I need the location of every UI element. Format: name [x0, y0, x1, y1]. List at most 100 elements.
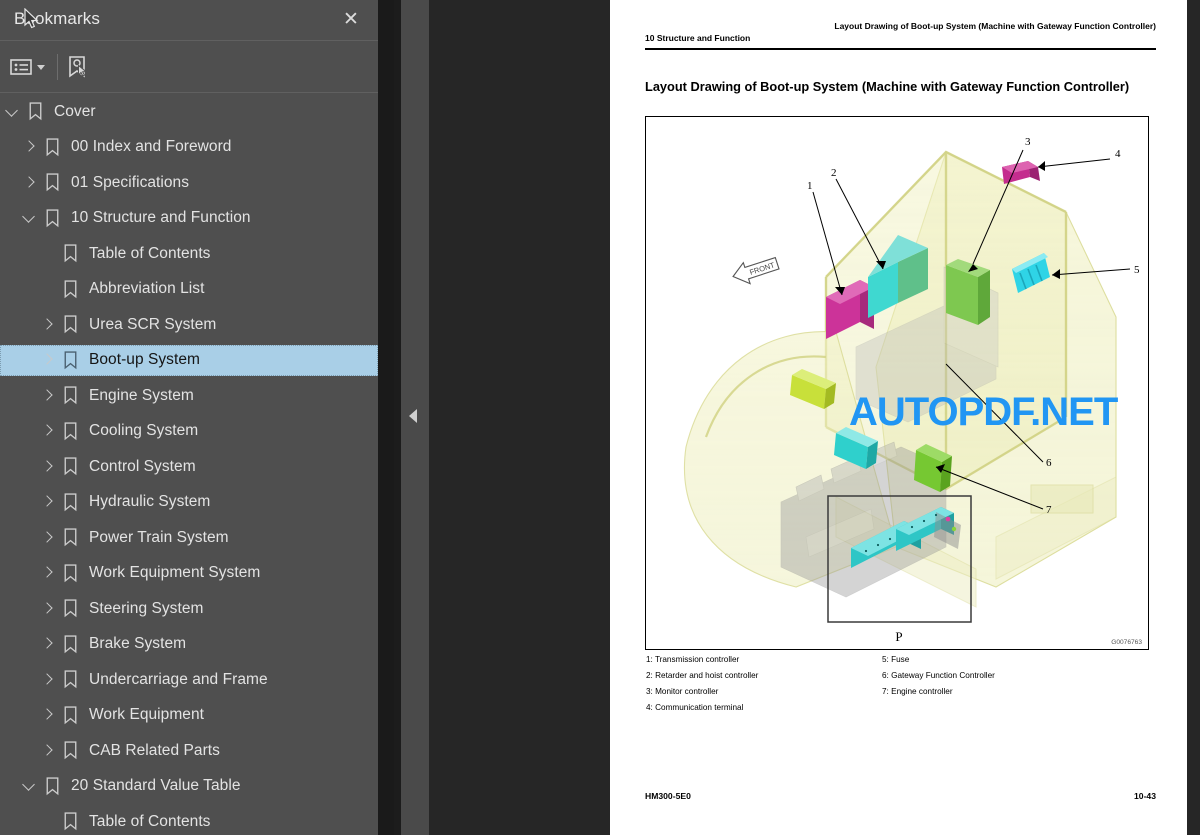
bookmark-label: 00 Index and Foreword [71, 138, 232, 156]
chevron-right-icon[interactable] [22, 176, 36, 190]
callout-7: 7 [1046, 504, 1052, 516]
close-icon[interactable]: ✕ [340, 8, 362, 30]
chevron-right-icon[interactable] [40, 744, 54, 758]
chevron-right-icon[interactable] [40, 637, 54, 651]
callout-6: 6 [1046, 457, 1052, 469]
bookmark-icon [64, 244, 77, 263]
new-bookmark-glyph [69, 56, 88, 78]
legend-entry: 6: Gateway Function Controller [882, 671, 995, 680]
bookmark-item-01-specifications[interactable]: 01 Specifications [0, 165, 378, 201]
bookmark-item-work-equipment-system[interactable]: Work Equipment System [0, 556, 378, 592]
bookmark-icon [64, 706, 77, 725]
chevron-down-icon[interactable] [22, 779, 36, 793]
bookmark-label: Power Train System [89, 528, 229, 546]
bookmark-label: Abbreviation List [89, 280, 205, 298]
bookmark-item-cooling-system[interactable]: Cooling System [0, 414, 378, 450]
bookmarks-tree[interactable]: Cover 00 Index and Foreword 01 Specificati… [0, 94, 378, 835]
bookmark-item-undercarriage-and-frame[interactable]: Undercarriage and Frame [0, 662, 378, 698]
bookmark-icon [46, 173, 59, 192]
bookmarks-scrollbar-track[interactable] [378, 0, 768, 835]
list-options-icon[interactable] [10, 53, 45, 81]
bookmark-icon [64, 351, 77, 370]
bookmark-icon [64, 280, 77, 299]
chevron-right-icon[interactable] [40, 673, 54, 687]
pdf-page: 10 Structure and Function Layout Drawing… [610, 0, 1187, 835]
bookmark-icon [64, 812, 77, 831]
bookmark-label: Steering System [89, 599, 204, 617]
bookmark-label: Brake System [89, 635, 187, 653]
chevron-down-icon[interactable] [5, 105, 19, 119]
legend-entry: 4: Communication terminal [646, 703, 744, 712]
bookmark-item-power-train-system[interactable]: Power Train System [0, 520, 378, 556]
bookmark-item-table-of-contents[interactable]: Table of Contents [0, 236, 378, 272]
callout-3: 3 [1025, 136, 1031, 148]
chevron-right-icon[interactable] [40, 531, 54, 545]
bookmark-icon [64, 386, 77, 405]
chevron-right-icon[interactable] [40, 566, 54, 580]
bookmark-label: Cooling System [89, 422, 199, 440]
bookmark-item-00-index-and-foreword[interactable]: 00 Index and Foreword [0, 130, 378, 166]
bookmark-icon [64, 528, 77, 547]
legend-entry: 1: Transmission controller [646, 655, 740, 664]
bookmark-label: Table of Contents [89, 244, 211, 262]
bookmark-item-cab-related-parts[interactable]: CAB Related Parts [0, 733, 378, 769]
legend-entry: 7: Engine controller [882, 687, 953, 696]
chevron-down-icon[interactable] [22, 211, 36, 225]
bookmark-item-cover[interactable]: Cover [0, 94, 378, 130]
chevron-right-icon[interactable] [40, 460, 54, 474]
chevron-right-icon[interactable] [40, 708, 54, 722]
callout-1: 1 [807, 180, 813, 192]
bookmarks-panel-header: Bookmarks ✕ [0, 0, 378, 41]
chevron-right-icon[interactable] [40, 318, 54, 332]
chevron-right-icon[interactable] [40, 602, 54, 616]
bookmark-label: Control System [89, 457, 196, 475]
bookmark-item-hydraulic-system[interactable]: Hydraulic System [0, 485, 378, 521]
chevron-right-icon[interactable] [40, 353, 54, 367]
component-4 [1002, 161, 1040, 184]
bookmark-item-20-standard-value-table[interactable]: 20 Standard Value Table [0, 769, 378, 805]
component-3 [946, 259, 990, 325]
bookmark-label: Undercarriage and Frame [89, 670, 268, 688]
chevron-down-icon [37, 64, 45, 70]
bookmark-label: Cover [54, 102, 96, 120]
legend-column-1: 1: Transmission controller 2: Retarder an… [646, 652, 758, 716]
bookmark-item-boot-up-system[interactable]: Boot-up System [0, 343, 378, 379]
bookmark-icon [64, 457, 77, 476]
callout-4: 4 [1115, 148, 1121, 160]
bookmark-icon [64, 422, 77, 441]
bookmark-item-work-equipment[interactable]: Work Equipment [0, 698, 378, 734]
bookmark-icon [64, 315, 77, 334]
bookmark-item-abbreviation-list[interactable]: Abbreviation List [0, 272, 378, 308]
list-options-glyph [10, 59, 32, 75]
collapse-panel-arrow-icon[interactable] [409, 409, 417, 423]
bookmarks-panel: Bookmarks ✕ Cover 00 Index and Foreword … [0, 0, 378, 835]
bookmark-label: Hydraulic System [89, 493, 211, 511]
bookmark-item-table-of-contents[interactable]: Table of Contents [0, 804, 378, 835]
figure-frame: P FRONT 1 2 3 4 5 6 7 G0076763 [645, 116, 1149, 650]
bookmark-item-10-structure-and-function[interactable]: 10 Structure and Function [0, 201, 378, 237]
callout-2: 2 [831, 167, 837, 179]
bookmark-item-steering-system[interactable]: Steering System [0, 591, 378, 627]
bookmark-item-engine-system[interactable]: Engine System [0, 378, 378, 414]
chevron-right-icon[interactable] [40, 389, 54, 403]
chevron-right-icon[interactable] [22, 140, 36, 154]
pdf-reader-window: Bookmarks ✕ Cover 00 Index and Foreword … [0, 0, 1200, 835]
new-bookmark-icon[interactable] [66, 53, 88, 81]
legend-entry: 3: Monitor controller [646, 687, 719, 696]
page-title: Layout Drawing of Boot-up System (Machin… [645, 79, 1130, 94]
chevron-right-icon[interactable] [40, 424, 54, 438]
bookmark-item-control-system[interactable]: Control System [0, 449, 378, 485]
bookmark-item-urea-scr-system[interactable]: Urea SCR System [0, 307, 378, 343]
bookmark-item-brake-system[interactable]: Brake System [0, 627, 378, 663]
bookmark-label: 20 Standard Value Table [71, 777, 241, 795]
bookmark-icon [64, 564, 77, 583]
bookmark-icon [46, 777, 59, 796]
bookmark-label: Table of Contents [89, 812, 211, 830]
chevron-right-icon[interactable] [40, 495, 54, 509]
panel-splitter[interactable] [401, 0, 429, 835]
bookmark-icon [64, 599, 77, 618]
bookmark-label: Urea SCR System [89, 315, 217, 333]
callout-5: 5 [1134, 264, 1140, 276]
bookmark-icon [46, 138, 59, 157]
